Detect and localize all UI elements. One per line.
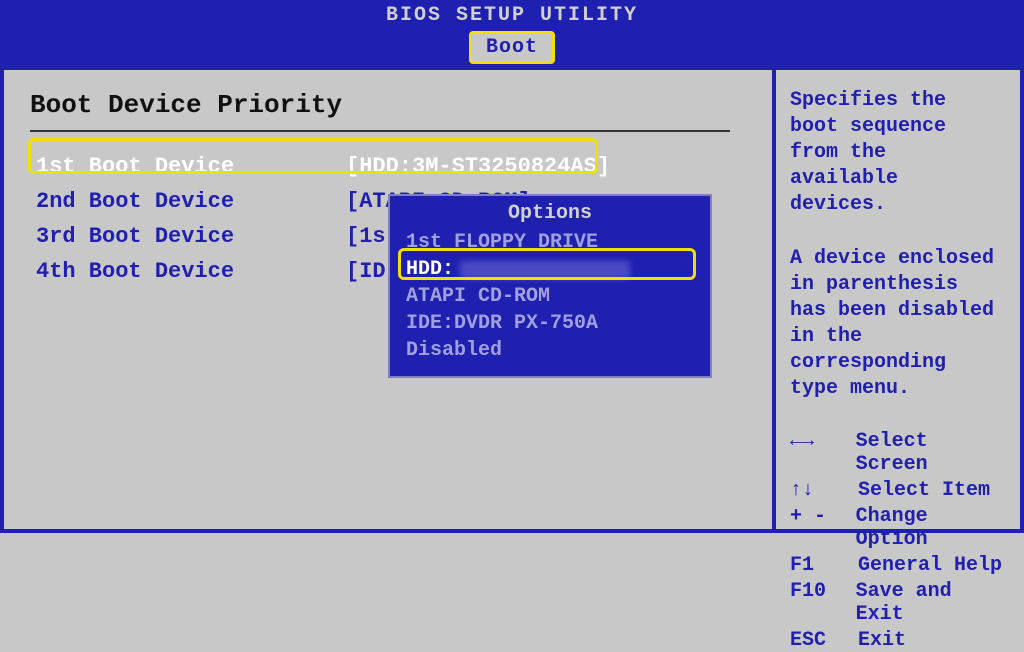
legend-action: Select Item xyxy=(858,479,990,502)
legend-action: Exit xyxy=(858,629,906,652)
boot-row-label: 2nd Boot Device xyxy=(36,189,346,214)
boot-row-label: 4th Boot Device xyxy=(36,259,346,284)
options-popup: Options 1st FLOPPY DRIVE HDD: ATAPI CD-R… xyxy=(388,194,712,378)
legend-key: ↑↓ xyxy=(790,479,858,502)
legend-key: ←→ xyxy=(790,430,856,476)
content-area: Boot Device Priority 1st Boot Device [HD… xyxy=(0,70,1024,533)
option-hdd[interactable]: HDD: xyxy=(402,256,698,283)
boot-row-value: [1s xyxy=(346,224,386,249)
tab-boot[interactable]: Boot xyxy=(469,31,555,64)
legend-key: F1 xyxy=(790,554,858,577)
boot-row-1[interactable]: 1st Boot Device [HDD:3M-ST3250824AS] xyxy=(30,150,746,183)
legend-general-help: F1 General Help xyxy=(790,554,1006,577)
boot-row-value: [ID xyxy=(346,259,386,284)
option-disabled[interactable]: Disabled xyxy=(402,337,698,364)
tab-bar: Boot xyxy=(0,29,1024,70)
option-ide[interactable]: IDE:DVDR PX-750A xyxy=(402,310,698,337)
section-title: Boot Device Priority xyxy=(30,90,746,120)
option-hdd-label: HDD: xyxy=(406,258,454,281)
legend-key: + - xyxy=(790,505,856,551)
help-text-1: Specifies the boot sequence from the ava… xyxy=(790,88,1006,218)
option-hdd-obscured xyxy=(460,261,630,279)
legend-select-item: ↑↓ Select Item xyxy=(790,479,1006,502)
option-floppy[interactable]: 1st FLOPPY DRIVE xyxy=(402,229,698,256)
legend-select-screen: ←→ Select Screen xyxy=(790,430,1006,476)
legend-exit: ESC Exit xyxy=(790,629,1006,652)
boot-row-label: 3rd Boot Device xyxy=(36,224,346,249)
legend-save-exit: F10 Save and Exit xyxy=(790,580,1006,626)
help-text-2: A device enclosed in parenthesis has bee… xyxy=(790,246,1006,402)
options-popup-title: Options xyxy=(402,202,698,225)
legend-action: Change Option xyxy=(856,505,1006,551)
legend-action: Select Screen xyxy=(856,430,1006,476)
main-panel: Boot Device Priority 1st Boot Device [HD… xyxy=(4,70,772,529)
help-panel: Specifies the boot sequence from the ava… xyxy=(772,70,1020,529)
legend-key: ESC xyxy=(790,629,858,652)
divider xyxy=(30,130,730,132)
app-title: BIOS SETUP UTILITY xyxy=(0,0,1024,29)
option-atapi[interactable]: ATAPI CD-ROM xyxy=(402,283,698,310)
legend-action: General Help xyxy=(858,554,1002,577)
boot-row-label: 1st Boot Device xyxy=(36,154,346,179)
legend-action: Save and Exit xyxy=(856,580,1006,626)
legend-change-option: + - Change Option xyxy=(790,505,1006,551)
boot-row-value: [HDD:3M-ST3250824AS] xyxy=(346,154,610,179)
legend-key: F10 xyxy=(790,580,856,626)
